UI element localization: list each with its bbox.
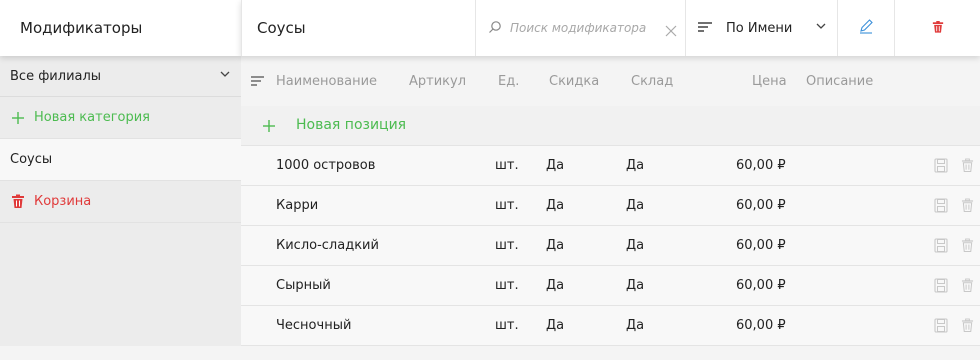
main-header: Соусы По Имени: [241, 0, 980, 56]
cell-unit: шт.: [495, 278, 519, 293]
cell-price: 60,00 ₽: [736, 238, 786, 253]
sort-dropdown[interactable]: По Имени: [685, 0, 837, 56]
table-row[interactable]: Кисло-сладкий шт. Да Да 60,00 ₽: [241, 226, 980, 266]
column-header-name[interactable]: Наименование: [276, 74, 377, 89]
new-position-label: Новая позиция: [296, 117, 407, 133]
cell-price: 60,00 ₽: [736, 318, 786, 333]
column-settings-icon[interactable]: [251, 75, 264, 90]
panel-title: Модификаторы: [0, 0, 241, 56]
trash-icon[interactable]: [961, 278, 975, 293]
cell-discount: Да: [546, 198, 565, 213]
cell-stock: Да: [626, 318, 645, 333]
column-header-price[interactable]: Цена: [752, 74, 787, 89]
plus-icon: [262, 119, 276, 137]
column-header-stock[interactable]: Склад: [631, 74, 673, 89]
cell-price: 60,00 ₽: [736, 198, 786, 213]
category-item-sauces[interactable]: Соусы: [0, 139, 241, 181]
column-header-description[interactable]: Описание: [806, 74, 873, 89]
table-row[interactable]: Сырный шт. Да Да 60,00 ₽: [241, 266, 980, 306]
save-icon[interactable]: [934, 238, 948, 253]
cell-name: Сырный: [276, 278, 331, 293]
save-icon[interactable]: [934, 318, 948, 333]
column-header-article[interactable]: Артикул: [409, 74, 466, 89]
save-icon[interactable]: [934, 198, 948, 213]
pencil-icon: [858, 18, 874, 38]
cell-discount: Да: [546, 238, 565, 253]
cell-discount: Да: [546, 318, 565, 333]
cell-stock: Да: [626, 158, 645, 173]
delete-button[interactable]: [894, 0, 980, 56]
page-title: Соусы: [241, 0, 475, 56]
footer-strip: [0, 346, 980, 360]
cell-stock: Да: [626, 278, 645, 293]
cell-unit: шт.: [495, 198, 519, 213]
plus-icon: [10, 110, 26, 126]
save-icon[interactable]: [934, 158, 948, 173]
close-icon[interactable]: [665, 22, 677, 37]
trash-icon: [932, 19, 944, 38]
cell-unit: шт.: [495, 238, 519, 253]
cell-stock: Да: [626, 198, 645, 213]
cell-name: Кисло-сладкий: [276, 238, 379, 253]
new-position-button[interactable]: Новая позиция: [241, 106, 980, 146]
column-header-discount[interactable]: Скидка: [549, 74, 599, 89]
category-label: Соусы: [10, 152, 53, 167]
trash-icon[interactable]: [961, 238, 975, 253]
cell-discount: Да: [546, 158, 565, 173]
trash-icon: [10, 194, 26, 210]
table-row[interactable]: Карри шт. Да Да 60,00 ₽: [241, 186, 980, 226]
cell-price: 60,00 ₽: [736, 158, 786, 173]
edit-button[interactable]: [837, 0, 894, 56]
trash-icon[interactable]: [961, 318, 975, 333]
table-row[interactable]: Чесночный шт. Да Да 60,00 ₽: [241, 306, 980, 346]
table-row[interactable]: 1000 островов шт. Да Да 60,00 ₽: [241, 146, 980, 186]
cell-stock: Да: [626, 238, 645, 253]
chevron-down-icon: [219, 68, 231, 84]
trash-item[interactable]: Корзина: [0, 181, 241, 223]
cell-name: 1000 островов: [276, 158, 376, 173]
trash-label: Корзина: [34, 194, 92, 209]
new-category-button[interactable]: Новая категория: [0, 97, 241, 139]
column-header-unit[interactable]: Ед.: [498, 74, 519, 89]
search-box[interactable]: [475, 0, 685, 56]
new-category-label: Новая категория: [34, 110, 151, 125]
cell-price: 60,00 ₽: [736, 278, 786, 293]
sort-icon: [698, 21, 712, 36]
chevron-down-icon: [815, 20, 827, 36]
cell-name: Карри: [276, 198, 319, 213]
search-icon: [488, 19, 502, 38]
save-icon[interactable]: [934, 278, 948, 293]
left-panel: Модификаторы Все филиалы Новая категория…: [0, 0, 241, 360]
cell-unit: шт.: [495, 158, 519, 173]
items-table: Наименование Артикул Ед. Скидка Склад Це…: [241, 56, 980, 346]
table-header: Наименование Артикул Ед. Скидка Склад Це…: [241, 56, 980, 106]
sort-value: По Имени: [726, 20, 793, 36]
search-input[interactable]: [510, 21, 660, 35]
cell-name: Чесночный: [276, 318, 352, 333]
trash-icon[interactable]: [961, 198, 975, 213]
branch-select[interactable]: Все филиалы: [0, 56, 241, 97]
trash-icon[interactable]: [961, 158, 975, 173]
branch-select-value: Все филиалы: [10, 68, 102, 84]
cell-unit: шт.: [495, 318, 519, 333]
cell-discount: Да: [546, 278, 565, 293]
